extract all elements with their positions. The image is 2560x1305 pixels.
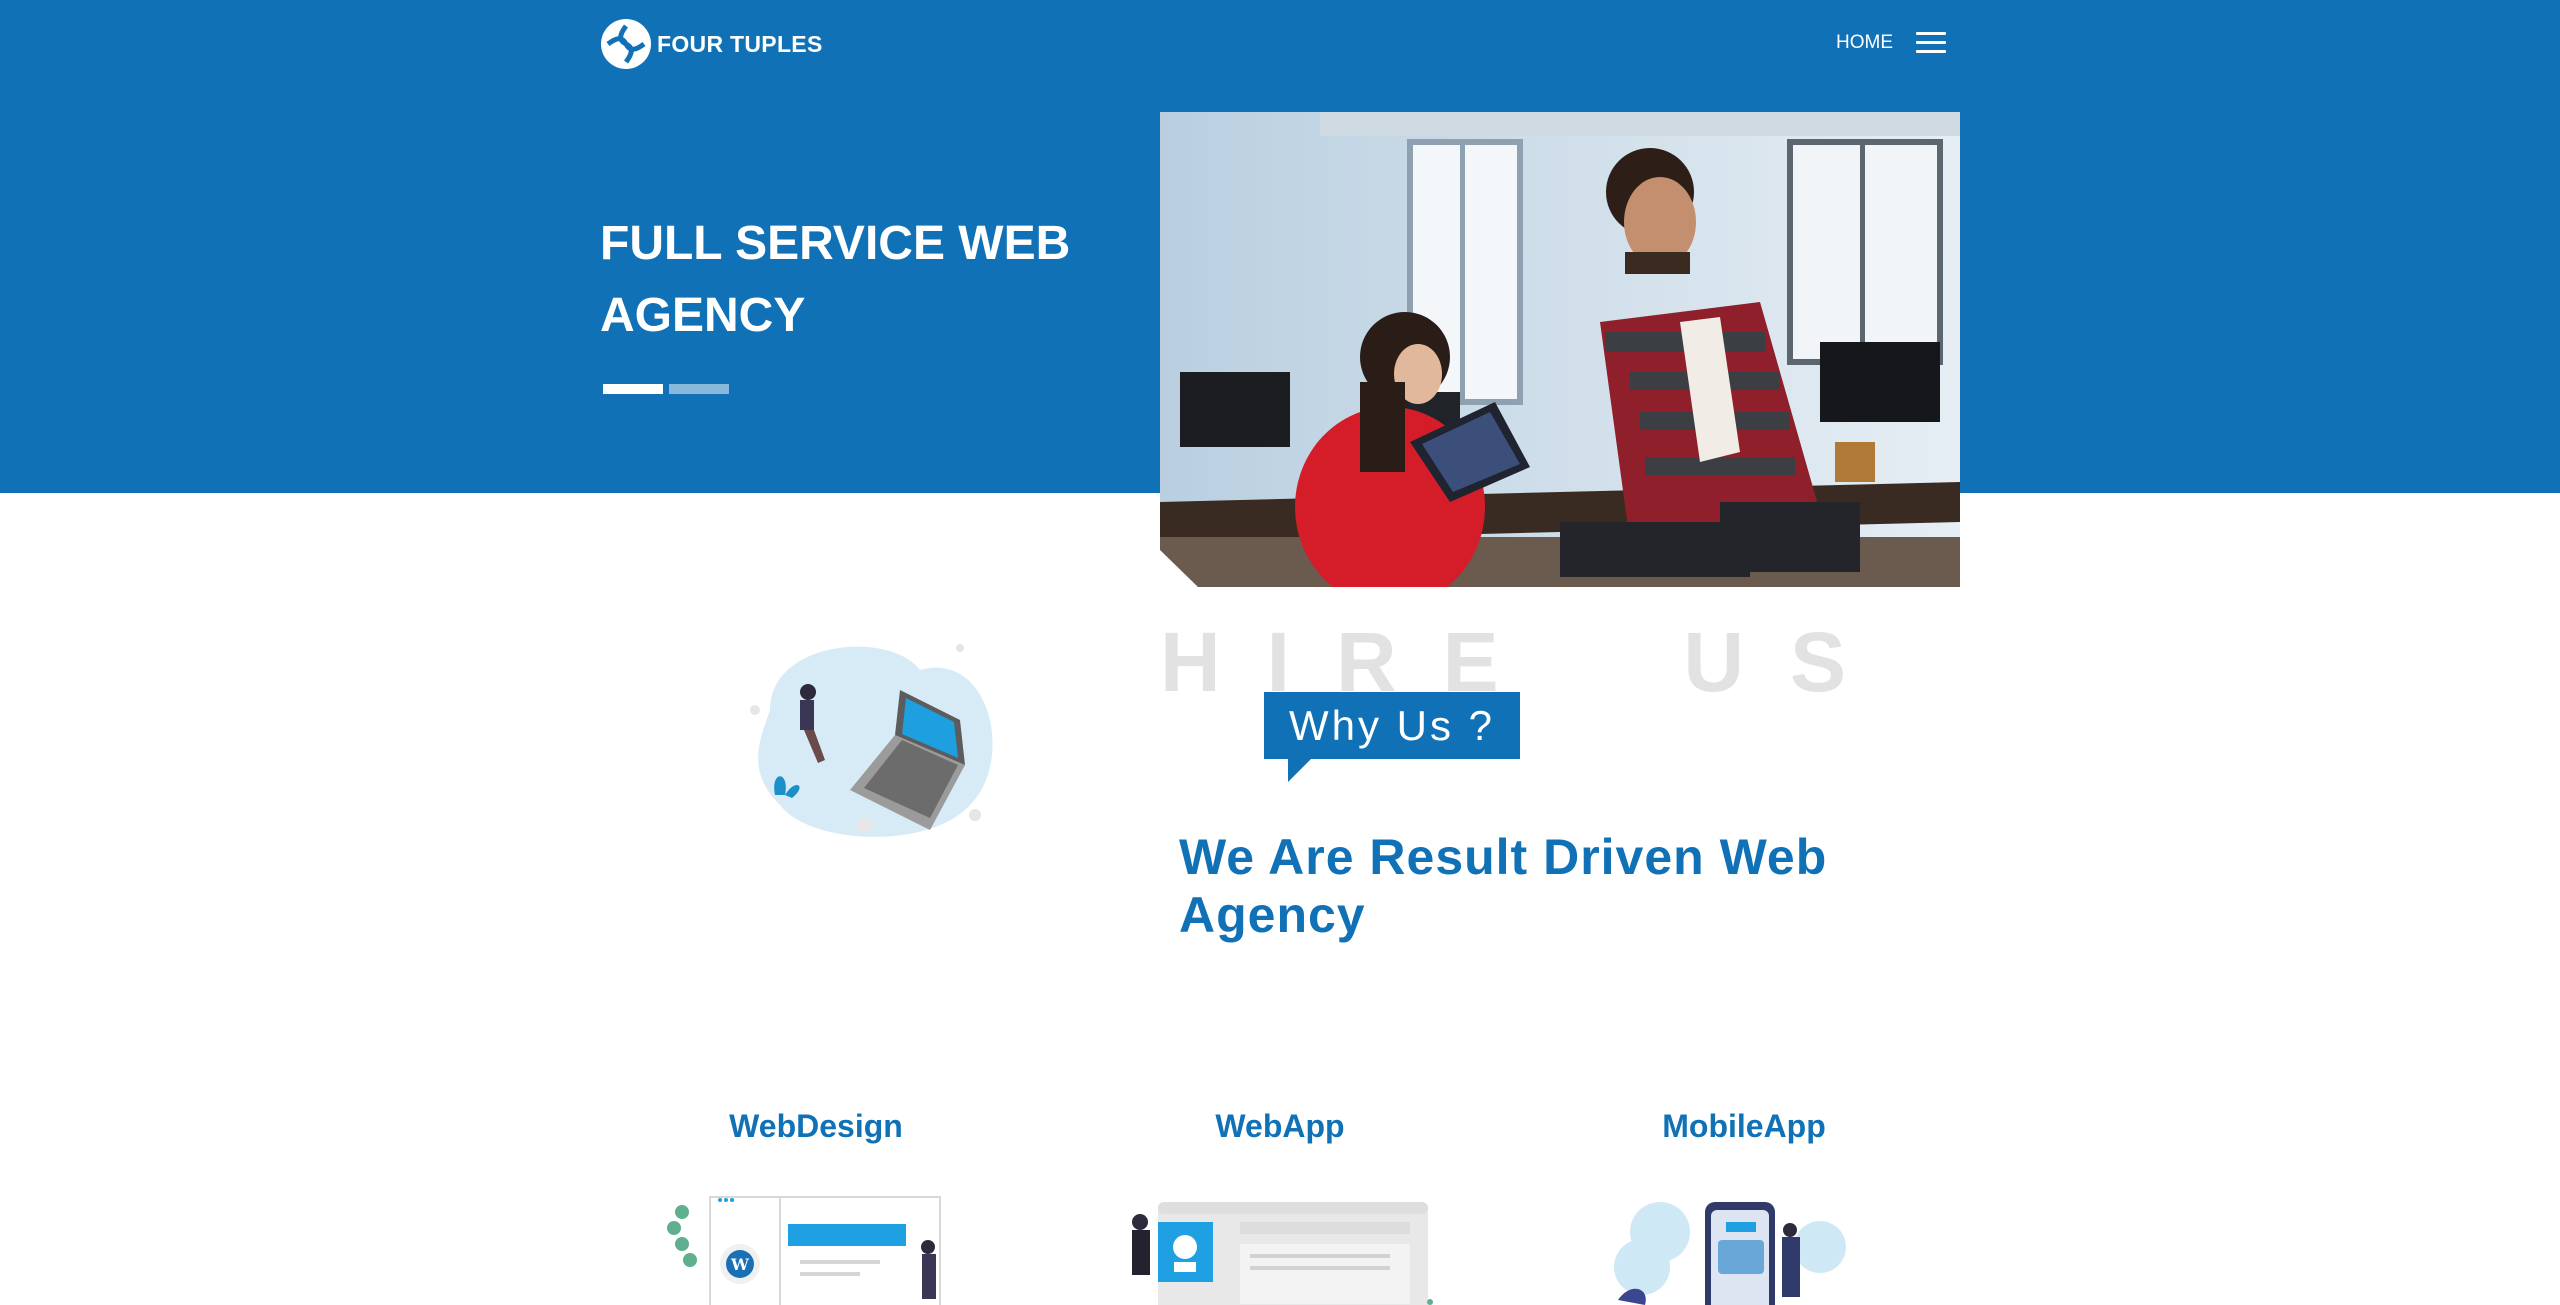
service-title-rest: App: [1282, 1108, 1345, 1144]
service-title-bold: Web: [729, 1108, 797, 1144]
about-illustration: [730, 630, 1030, 850]
slider-dot-2[interactable]: [669, 384, 729, 394]
service-title-mobile-app[interactable]: MobileApp: [1564, 1108, 1924, 1145]
laptop-illustration-icon: [750, 644, 993, 837]
web-design-illustration: W: [660, 1192, 980, 1305]
service-title-rest: Design: [796, 1108, 903, 1144]
hero-title: FULL SERVICE WEB AGENCY: [600, 217, 1071, 342]
brand-logo[interactable]: FOUR TUPLES: [600, 18, 823, 70]
nav-home-link[interactable]: HOME: [1836, 32, 1893, 54]
service-title-bold: Mobile: [1662, 1108, 1764, 1144]
svg-text:W: W: [730, 1255, 750, 1274]
brand-name: FOUR TUPLES: [657, 30, 823, 57]
logo-icon: [601, 19, 651, 69]
hero-photo: [1160, 112, 1960, 587]
mobile-app-illustration: [1590, 1192, 1910, 1305]
about-heading: We Are Result Driven Web Agency: [1179, 829, 1828, 943]
why-us-badge-tail: [1288, 758, 1312, 782]
slider-dot-1[interactable]: [603, 384, 663, 394]
service-title-bold: Web: [1215, 1108, 1283, 1144]
service-title-rest: App: [1763, 1108, 1826, 1144]
service-title-web-app[interactable]: WebApp: [1100, 1108, 1460, 1145]
service-title-web-design[interactable]: WebDesign: [636, 1108, 996, 1145]
hamburger-menu-icon[interactable]: [1916, 32, 1946, 56]
why-us-badge: Why Us ?: [1264, 692, 1520, 759]
web-app-illustration: [1120, 1192, 1440, 1305]
